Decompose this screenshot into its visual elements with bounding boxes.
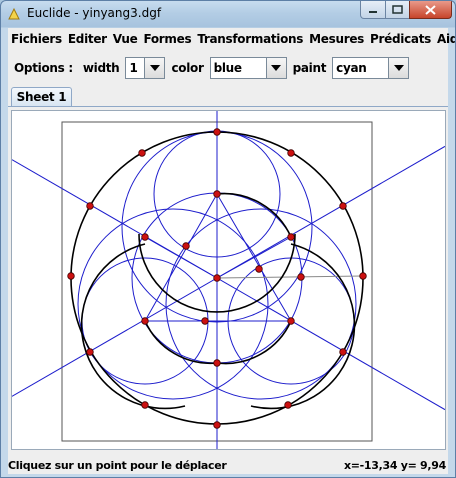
construction-triangle[interactable] — [144, 192, 292, 322]
geometry-point[interactable] — [287, 317, 295, 325]
color-label: color — [171, 61, 204, 75]
menu-editer[interactable]: Editer — [65, 32, 110, 46]
menu-bar: Fichiers Editer Vue Formes Transformatio… — [8, 28, 455, 50]
width-select[interactable]: 1 — [125, 57, 166, 79]
geometry-point[interactable] — [284, 401, 292, 409]
menu-aide[interactable]: Aide — [434, 32, 455, 46]
geometry-point[interactable] — [141, 401, 149, 409]
geometry-point[interactable] — [339, 348, 347, 356]
geometry-point[interactable] — [287, 149, 295, 157]
paint-value: cyan — [336, 61, 367, 75]
cursor-coordinates: x=-13,34 y= 9,94 — [343, 458, 446, 472]
window-title: Euclide - yinyang3.dgf — [27, 6, 162, 20]
paint-select[interactable]: cyan — [332, 57, 410, 79]
geometry-point[interactable] — [255, 265, 263, 273]
geometry-point[interactable] — [213, 128, 221, 136]
geometry-point[interactable] — [297, 273, 305, 281]
sheet-tab-bar: Sheet 1 — [8, 87, 448, 107]
geometry-drawing[interactable] — [12, 111, 445, 449]
color-select[interactable]: blue — [209, 57, 287, 79]
geometry-point[interactable] — [213, 421, 221, 429]
geometry-point[interactable] — [339, 202, 347, 210]
axis-line[interactable] — [12, 159, 445, 411]
geometry-point[interactable] — [287, 233, 295, 241]
geometry-point[interactable] — [141, 233, 149, 241]
maximize-button[interactable] — [385, 1, 410, 19]
radius-segment[interactable] — [216, 275, 364, 279]
geometry-point[interactable] — [67, 272, 75, 280]
app-icon — [8, 7, 20, 20]
construction-circle[interactable] — [165, 208, 357, 400]
color-value: blue — [213, 61, 242, 75]
width-label: width — [82, 61, 120, 75]
options-toolbar: Options : width 1 color blue paint cyan — [8, 54, 448, 82]
construction-segment[interactable] — [144, 236, 218, 279]
menu-formes[interactable]: Formes — [140, 32, 194, 46]
minimize-icon — [369, 10, 377, 13]
menu-vue[interactable]: Vue — [110, 32, 141, 46]
title-bar[interactable]: Euclide - yinyang3.dgf — [1, 1, 455, 28]
width-value: 1 — [129, 61, 138, 75]
minimize-button[interactable] — [360, 1, 386, 19]
geometry-point[interactable] — [213, 359, 221, 367]
menu-transformations[interactable]: Transformations — [194, 32, 306, 46]
paint-label: paint — [292, 61, 327, 75]
menu-predicats[interactable]: Prédicats — [367, 32, 434, 46]
application-window: Euclide - yinyang3.dgf Fichiers Editer V… — [0, 0, 456, 478]
geometry-point[interactable] — [138, 149, 146, 157]
geometry-point[interactable] — [86, 348, 94, 356]
geometry-point[interactable] — [201, 317, 209, 325]
maximize-icon — [392, 5, 403, 14]
construction-segment[interactable] — [216, 236, 292, 279]
geometry-point[interactable] — [86, 202, 94, 210]
options-label: Options : — [14, 61, 73, 75]
geometry-point[interactable] — [359, 272, 367, 280]
client-area: Fichiers Editer Vue Formes Transformatio… — [8, 28, 455, 474]
geometry-point[interactable] — [141, 317, 149, 325]
status-bar: Cliquez sur un point pour le déplacer x=… — [8, 456, 448, 474]
geometry-point[interactable] — [182, 242, 190, 250]
geometry-point[interactable] — [213, 274, 221, 282]
chevron-down-icon — [388, 58, 409, 78]
chevron-down-icon — [144, 58, 165, 78]
close-icon — [425, 4, 436, 15]
yinyang-curve[interactable] — [144, 320, 218, 365]
drawing-canvas[interactable] — [11, 110, 446, 450]
status-message: Cliquez sur un point pour le déplacer — [8, 458, 227, 472]
geometry-point[interactable] — [213, 190, 221, 198]
tab-sheet-1[interactable]: Sheet 1 — [11, 87, 72, 106]
menu-mesures[interactable]: Mesures — [306, 32, 367, 46]
chevron-down-icon — [265, 58, 286, 78]
menu-fichiers[interactable]: Fichiers — [8, 32, 65, 46]
close-button[interactable] — [409, 1, 452, 19]
